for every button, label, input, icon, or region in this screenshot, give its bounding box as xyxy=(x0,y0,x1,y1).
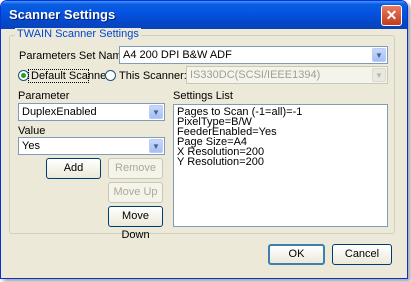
params-set-value: A4 200 DPI B&W ADF xyxy=(123,49,232,61)
window-title: Scanner Settings xyxy=(9,7,116,22)
value-label: Value xyxy=(18,125,46,137)
parameter-dropdown[interactable]: DuplexEnabled ▼ xyxy=(18,103,165,121)
parameter-label: Parameter xyxy=(18,90,70,102)
params-set-label: Parameters Set Name xyxy=(19,50,128,62)
list-item[interactable]: Y Resolution=200 xyxy=(177,157,384,168)
parameter-value: DuplexEnabled xyxy=(22,106,97,118)
title-bar[interactable]: Scanner Settings ✕ xyxy=(1,1,407,29)
cancel-button[interactable]: Cancel xyxy=(332,244,392,265)
remove-button[interactable]: Remove xyxy=(108,158,163,179)
this-scanner-value: IS330DC(SCSI/IEEE1394) xyxy=(190,69,321,81)
close-button[interactable]: ✕ xyxy=(381,5,402,26)
default-scanner-label[interactable]: Default Scanner xyxy=(31,70,110,82)
value-dropdown[interactable]: Yes ▼ xyxy=(18,137,165,155)
this-scanner-label[interactable]: This Scanner: xyxy=(119,70,187,82)
this-scanner-radio[interactable] xyxy=(105,70,116,81)
move-up-button[interactable]: Move Up xyxy=(108,182,163,203)
add-button[interactable]: Add xyxy=(46,158,101,179)
value-value: Yes xyxy=(22,140,40,152)
chevron-down-icon: ▼ xyxy=(149,105,163,119)
group-title: TWAIN Scanner Settings xyxy=(15,28,141,40)
settings-listbox[interactable]: Pages to Scan (-1=all)=-1 PixelType=B/W … xyxy=(173,104,388,227)
settings-list-label: Settings List xyxy=(173,90,233,102)
move-down-button[interactable]: Move Down xyxy=(108,206,163,241)
chevron-down-icon: ▼ xyxy=(149,139,163,153)
close-icon: ✕ xyxy=(385,7,398,23)
params-set-dropdown[interactable]: A4 200 DPI B&W ADF ▼ xyxy=(119,46,388,64)
chevron-down-icon: ▼ xyxy=(372,68,386,82)
chevron-down-icon: ▼ xyxy=(372,48,386,62)
this-scanner-dropdown[interactable]: IS330DC(SCSI/IEEE1394) ▼ xyxy=(186,66,388,84)
scanner-settings-dialog: Scanner Settings ✕ TWAIN Scanner Setting… xyxy=(0,0,408,279)
ok-button[interactable]: OK xyxy=(268,244,325,265)
